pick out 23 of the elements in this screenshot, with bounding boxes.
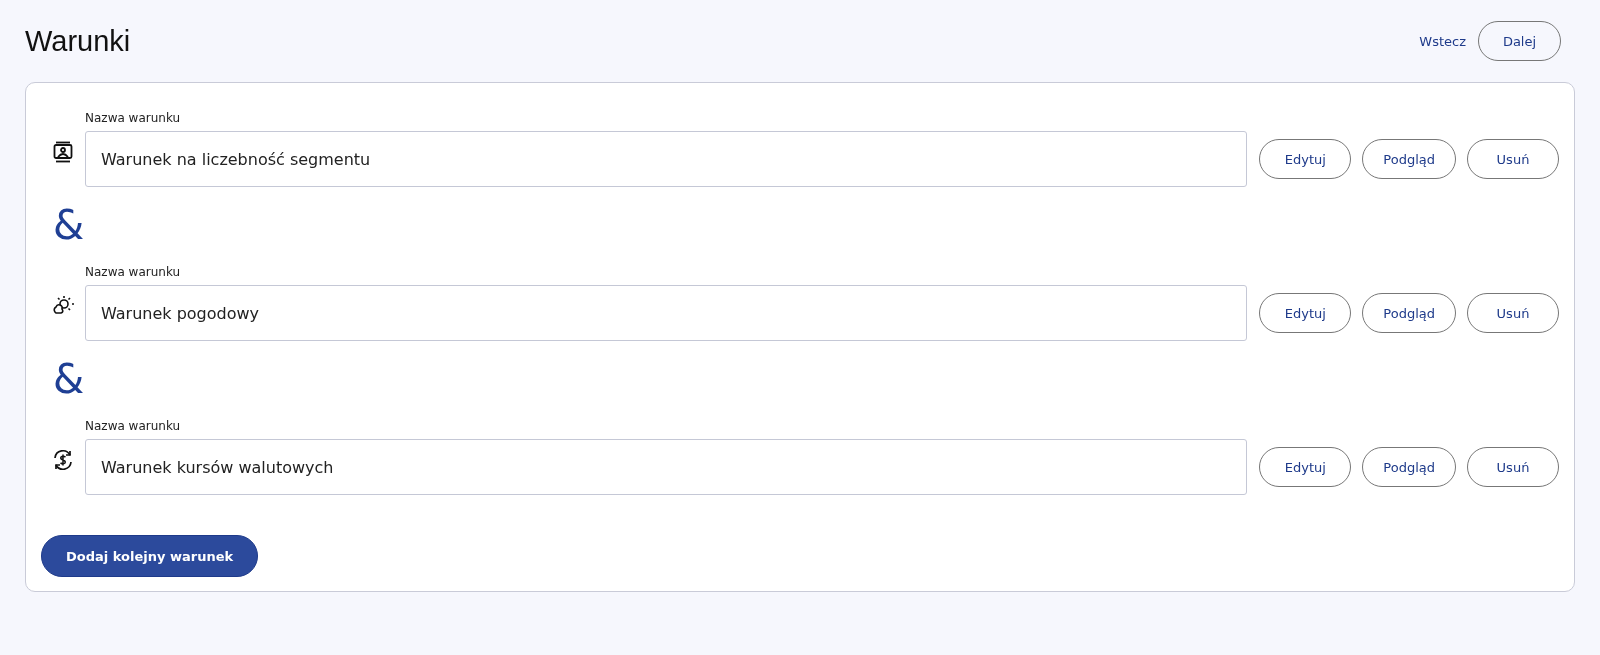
field-label: Nazwa warunku	[85, 419, 182, 433]
action-button[interactable]: Usuń	[1467, 447, 1559, 487]
action-button[interactable]: Edytuj	[1259, 293, 1352, 333]
sun-cloud-icon	[52, 295, 74, 315]
action-button[interactable]: Usuń	[1467, 139, 1559, 179]
action-button[interactable]: Edytuj	[1259, 139, 1352, 179]
condition-name-field[interactable]: Warunek kursów walutowych	[85, 439, 1248, 495]
condition-name-field[interactable]: Warunek pogodowy	[85, 285, 1248, 341]
back-link[interactable]: Wstecz	[1419, 33, 1466, 49]
and-connector: &	[52, 201, 85, 250]
and-connector: &	[52, 355, 85, 404]
currency-exchange-icon	[52, 449, 74, 471]
action-button[interactable]: Edytuj	[1259, 447, 1352, 487]
field-label: Nazwa warunku	[85, 265, 182, 279]
field-label: Nazwa warunku	[85, 111, 182, 125]
condition-name-field[interactable]: Warunek na liczebność segmentu	[85, 131, 1248, 187]
action-button[interactable]: Podgląd	[1362, 293, 1456, 333]
page-title: Warunki	[25, 24, 131, 58]
action-button[interactable]: Podgląd	[1362, 447, 1456, 487]
add-condition-button[interactable]: Dodaj kolejny warunek	[41, 535, 259, 577]
action-button[interactable]: Podgląd	[1362, 139, 1456, 179]
action-button[interactable]: Usuń	[1467, 293, 1559, 333]
person-monitor-icon	[53, 141, 73, 163]
